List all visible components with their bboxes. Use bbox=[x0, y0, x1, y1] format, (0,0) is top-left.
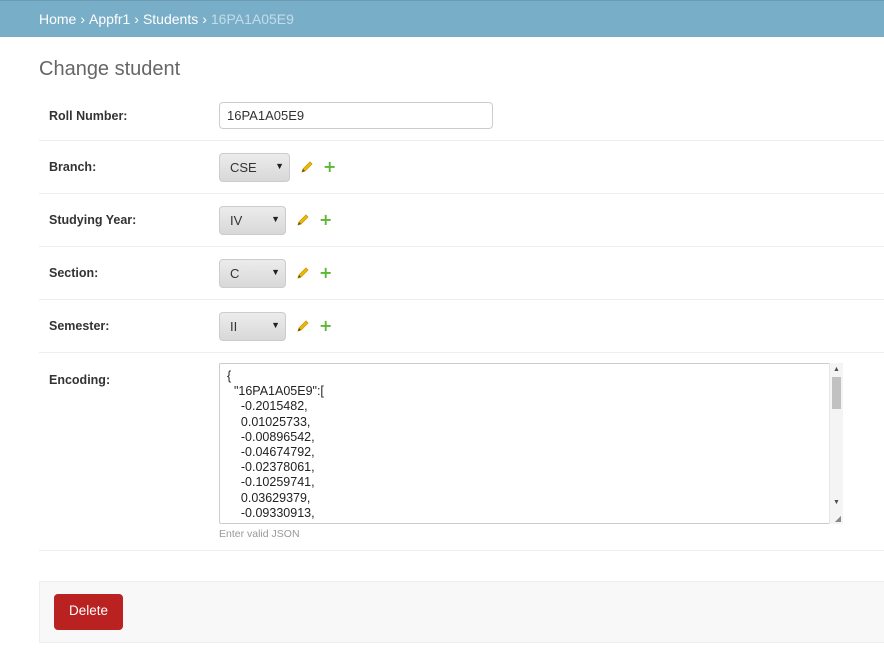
plus-icon[interactable]: + bbox=[323, 159, 336, 175]
branch-row: Branch: CSE ▼ + bbox=[39, 141, 884, 194]
section-label: Section: bbox=[49, 266, 99, 280]
roll-number-label: Roll Number: bbox=[49, 109, 128, 123]
pencil-icon[interactable] bbox=[296, 266, 310, 280]
triangle-down-icon: ▼ bbox=[271, 319, 280, 330]
scroll-thumb[interactable] bbox=[832, 377, 841, 409]
semester-select[interactable]: II ▼ bbox=[219, 311, 286, 341]
breadcrumb-app-link[interactable]: Appfr1 bbox=[89, 11, 130, 27]
breadcrumb: Home › Appfr1 › Students › 16PA1A05E9 bbox=[0, 0, 884, 37]
roll-number-row: Roll Number: bbox=[39, 100, 884, 141]
branch-select-value: CSE bbox=[230, 159, 257, 175]
pencil-icon[interactable] bbox=[300, 160, 314, 174]
main-content: Change student Roll Number: Branch: CSE … bbox=[0, 58, 884, 643]
pencil-icon[interactable] bbox=[296, 213, 310, 227]
encoding-textarea[interactable]: { "16PA1A05E9":[ -0.2015482, 0.01025733,… bbox=[219, 363, 843, 524]
triangle-down-icon: ▼ bbox=[271, 266, 280, 277]
studying-year-label: Studying Year: bbox=[49, 213, 137, 227]
delete-button[interactable]: Delete bbox=[54, 594, 124, 630]
breadcrumb-separator: › bbox=[134, 11, 139, 27]
submit-row: Delete bbox=[39, 581, 884, 643]
section-select[interactable]: C ▼ bbox=[219, 258, 286, 288]
encoding-help-text: Enter valid JSON bbox=[219, 528, 300, 540]
encoding-label: Encoding: bbox=[49, 373, 111, 387]
breadcrumb-current: 16PA1A05E9 bbox=[210, 11, 294, 27]
branch-select[interactable]: CSE ▼ bbox=[219, 152, 290, 182]
breadcrumb-separator: › bbox=[202, 11, 207, 27]
resize-handle-icon[interactable]: ◢ bbox=[835, 514, 841, 523]
encoding-scrollbar[interactable]: ▲ ▼ ◢ bbox=[829, 363, 843, 524]
plus-icon[interactable]: + bbox=[319, 318, 332, 334]
section-select-value: C bbox=[230, 265, 240, 281]
studying-year-row: Studying Year: IV ▼ + bbox=[39, 194, 884, 247]
semester-select-value: II bbox=[230, 318, 238, 334]
semester-row: Semester: II ▼ + bbox=[39, 300, 884, 353]
semester-label: Semester: bbox=[49, 319, 110, 333]
branch-label: Branch: bbox=[49, 160, 97, 174]
plus-icon[interactable]: + bbox=[319, 265, 332, 281]
section-row: Section: C ▼ + bbox=[39, 247, 884, 300]
pencil-icon[interactable] bbox=[296, 319, 310, 333]
roll-number-input[interactable] bbox=[219, 101, 493, 129]
scroll-up-arrow-icon[interactable]: ▲ bbox=[833, 366, 840, 373]
plus-icon[interactable]: + bbox=[319, 212, 332, 228]
triangle-down-icon: ▼ bbox=[271, 213, 280, 224]
breadcrumb-separator: › bbox=[80, 11, 86, 27]
studying-year-select[interactable]: IV ▼ bbox=[219, 205, 286, 235]
breadcrumb-home-link[interactable]: Home bbox=[39, 11, 76, 27]
page-title: Change student bbox=[39, 58, 181, 80]
breadcrumb-model-link[interactable]: Students bbox=[143, 11, 198, 27]
studying-year-select-value: IV bbox=[230, 212, 243, 228]
scroll-down-arrow-icon[interactable]: ▼ bbox=[833, 499, 840, 506]
encoding-row: Encoding: { "16PA1A05E9":[ -0.2015482, 0… bbox=[39, 353, 884, 551]
triangle-down-icon: ▼ bbox=[275, 160, 284, 171]
